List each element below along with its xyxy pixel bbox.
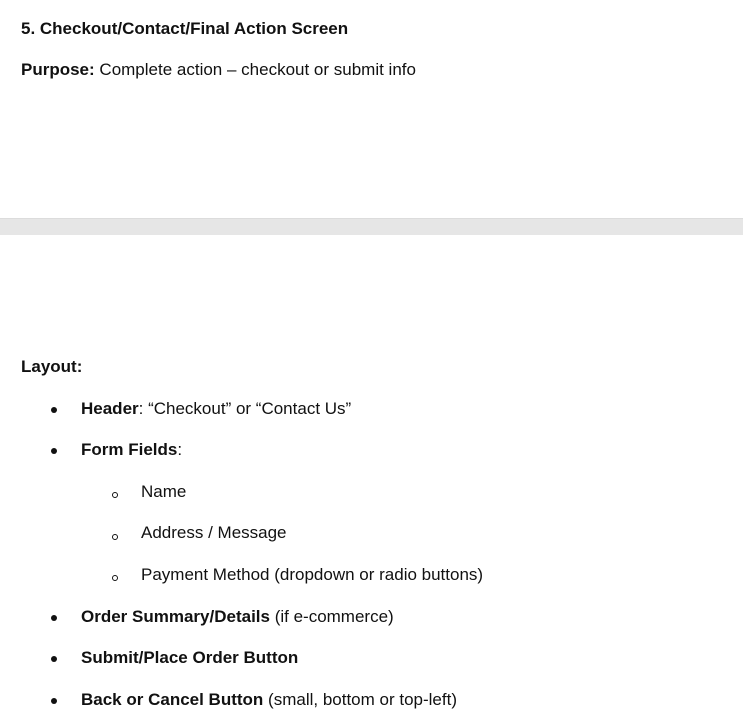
list-item-form-fields: Form Fields: (81, 440, 182, 460)
list-bullet (51, 656, 57, 662)
list-item-submit: Submit/Place Order Button (81, 648, 298, 668)
list-item-text: : (177, 440, 183, 459)
list-bullet (51, 698, 57, 704)
sub-list-bullet (112, 575, 118, 581)
list-item-text: (small, bottom or top-left) (263, 690, 457, 709)
list-item-bold: Submit/Place Order Button (81, 648, 299, 667)
list-item-bold: Form Fields (81, 440, 178, 459)
list-item-text: (if e-commerce) (269, 607, 394, 626)
sub-list-item-address: Address / Message (141, 523, 287, 542)
sub-list-item-name: Name (141, 482, 187, 501)
list-item-back-cancel: Back or Cancel Button (small, bottom or … (81, 690, 457, 710)
purpose-label: Purpose: (21, 60, 95, 79)
list-item-bold: Header (81, 399, 139, 418)
sub-list-item-payment: Payment Method (dropdown or radio button… (141, 565, 484, 584)
list-bullet (51, 407, 57, 413)
purpose-text: Complete action – checkout or submit inf… (94, 60, 416, 79)
list-item-header: Header: “Checkout” or “Contact Us” (81, 399, 351, 419)
list-bullet (51, 615, 57, 621)
page-break (0, 218, 743, 235)
list-bullet (51, 448, 57, 454)
list-item-bold: Back or Cancel Button (81, 690, 264, 709)
section-heading: 5. Checkout/Contact/Final Action Screen (21, 19, 349, 38)
layout-label: Layout: (21, 357, 83, 376)
list-item-order-summary: Order Summary/Details (if e-commerce) (81, 607, 394, 627)
sub-list-bullet (112, 534, 118, 540)
purpose-paragraph: Purpose: Complete action – checkout or s… (21, 60, 416, 80)
sub-list-bullet (112, 492, 118, 498)
list-item-text: : “Checkout” or “Contact Us” (138, 399, 352, 418)
list-item-bold: Order Summary/Details (81, 607, 270, 626)
